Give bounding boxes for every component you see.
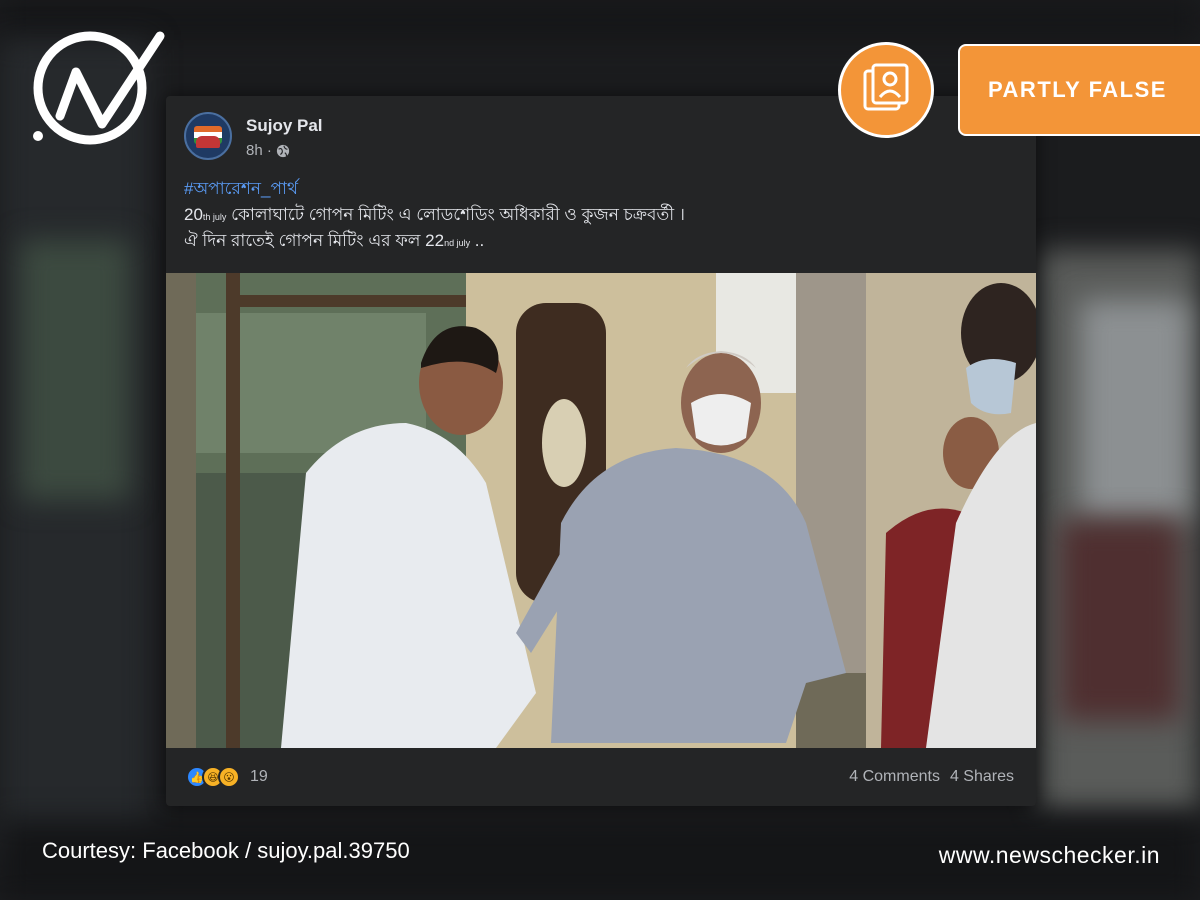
line-text: ঐ দিন রাতেই গোপন মিটিং এর ফল 22 [184,231,445,250]
engagement-counts: 4 Comments 4 Shares [849,768,1014,786]
reactions[interactable]: 👍 😆 😮 19 [186,766,268,788]
globe-icon [276,144,289,157]
post-meta: 8h · [246,142,290,159]
shares-link[interactable]: 4 Shares [950,768,1014,786]
post-photo[interactable] [166,273,1036,748]
courtesy-text: Courtesy: Facebook / sujoy.pal.39750 [42,838,410,863]
avatar[interactable] [184,112,232,160]
line-text: কোলাঘাটে গোপন মিটিং এ লোডশেডিং অধিকারী ও… [226,205,685,224]
wow-reaction-icon: 😮 [218,766,240,788]
date-number: 20 [184,205,203,224]
post-line-1: 20th july কোলাঘাটে গোপন মিটিং এ লোডশেডিং… [184,202,1018,228]
date-suffix: th july [202,212,227,222]
author-name[interactable]: Sujoy Pal [246,116,323,136]
verdict-badge: PARTLY FALSE [958,44,1200,136]
post-text: #অপারেশন_পার্থ 20th july কোলাঘাটে গোপন ম… [184,176,1018,254]
reaction-count: 19 [250,768,268,785]
newschecker-logo-icon [33,31,165,145]
post-time[interactable]: 8h · [246,142,272,159]
facebook-post: Sujoy Pal 8h · ··· #অপারেশন_পার্থ 20th j… [166,96,1036,806]
fact-check-icon [838,42,934,138]
date-suffix: nd july [444,238,471,248]
line-ending: .. [470,231,485,250]
site-url[interactable]: www.newschecker.in [939,842,1160,869]
comments-link[interactable]: 4 Comments [849,768,940,786]
hashtag-link[interactable]: #অপারেশন_পার্থ [184,176,1018,202]
post-line-2: ঐ দিন রাতেই গোপন মিটিং এর ফল 22nd july .… [184,228,1018,254]
